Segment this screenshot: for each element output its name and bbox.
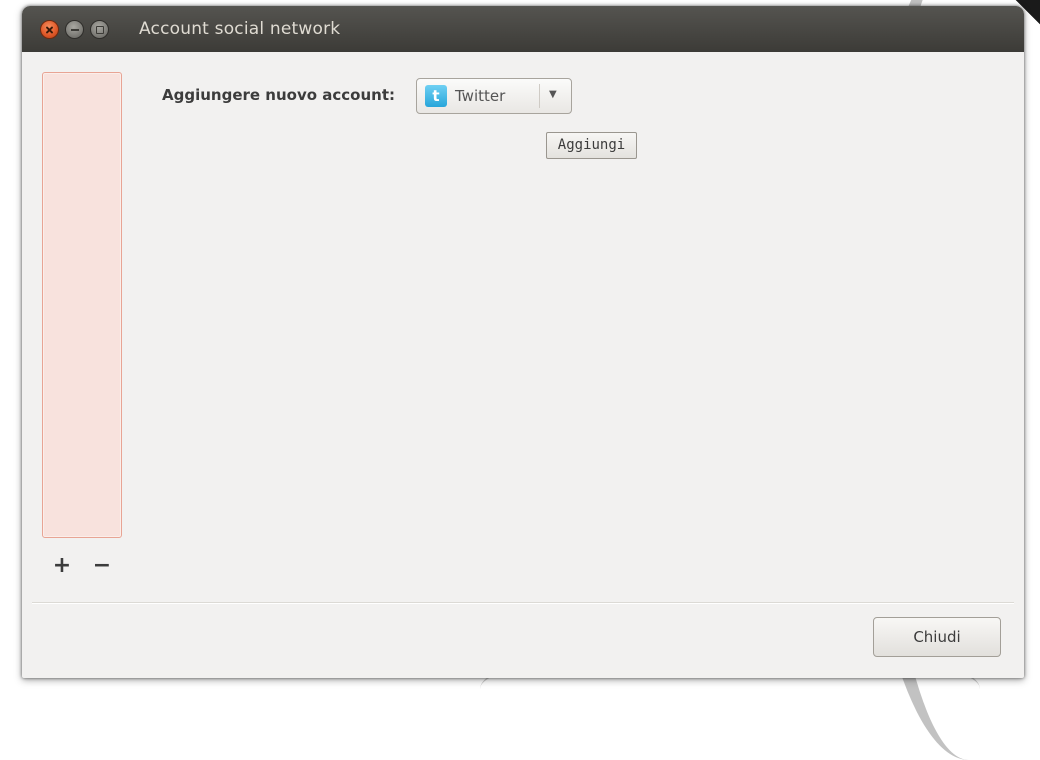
account-list[interactable] — [42, 72, 122, 538]
add-account-button[interactable]: + — [50, 554, 74, 578]
close-button[interactable]: Chiudi — [873, 617, 1001, 657]
service-select-value: Twitter — [455, 87, 506, 105]
dialog-window: Account social network + − Aggiungere nu… — [22, 6, 1024, 678]
minimize-icon[interactable] — [65, 20, 84, 39]
twitter-icon: t — [425, 85, 447, 107]
add-button[interactable]: Aggiungi — [546, 132, 637, 159]
remove-account-button[interactable]: − — [90, 554, 114, 578]
service-select[interactable]: t Twitter ▼ — [416, 78, 572, 114]
add-account-label: Aggiungere nuovo account: — [162, 86, 395, 104]
chevron-down-icon: ▼ — [549, 89, 557, 100]
maximize-icon[interactable] — [90, 20, 109, 39]
footer-separator — [32, 602, 1014, 603]
close-icon[interactable] — [40, 20, 59, 39]
window-title: Account social network — [139, 19, 341, 39]
title-bar[interactable]: Account social network — [22, 6, 1024, 52]
combo-separator — [539, 84, 540, 108]
